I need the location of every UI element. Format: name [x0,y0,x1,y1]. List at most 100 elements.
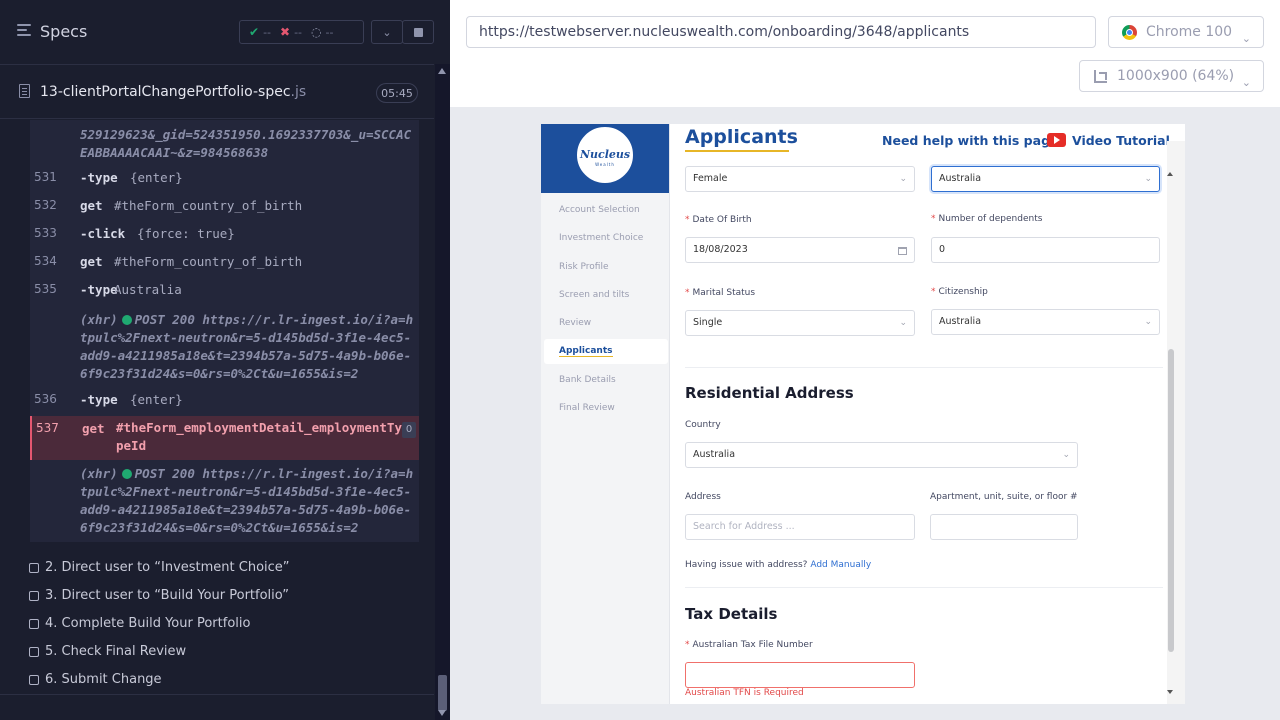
test-item[interactable]: 4. Complete Build Your Portfolio [29,616,250,631]
nav-item-final-review[interactable]: Final Review [559,403,615,413]
logo-text: Nucleus [579,148,631,161]
address-issue-text: Having issue with address? Add Manually [685,560,872,570]
command-row[interactable]: 535 -type Australia [30,282,419,310]
checkbox-icon [29,674,39,685]
youtube-icon[interactable] [1047,133,1066,147]
tax-details-title: Tax Details [685,605,778,623]
video-tutorial-link[interactable]: Video Tutorial [1072,133,1170,148]
browser-selector[interactable]: Chrome 100 ⌄ [1108,16,1264,48]
stop-button[interactable] [402,20,434,44]
xhr-row[interactable]: (xhr) POST 200 https://r.lr-ingest.io/i?a… [30,311,419,387]
viewport-selector[interactable]: 1000x900 (64%) ⌄ [1079,60,1264,92]
log-fragment: 529129623&_gid=524351950.1692337703&_u=S… [80,127,412,160]
gender-select[interactable]: Female ⌄ [685,166,915,192]
browser-toolbar: https://testwebserver.nucleuswealth.com/… [450,0,1280,107]
marital-label: * Marital Status [685,288,756,298]
divider [685,367,1163,368]
xhr-text: (xhr) POST 200 https://r.lr-ingest.io/i?a… [80,466,414,535]
command-row[interactable]: 532 get #theForm_country_of_birth [30,198,419,226]
test-item[interactable]: 2. Direct user to “Investment Choice” [29,560,290,575]
dependents-label: * Number of dependents [931,214,1043,224]
runner-scrollbar[interactable] [435,64,450,720]
viewport-scale: (64%) [1192,68,1235,84]
title-underline [685,150,789,152]
chevron-down-icon: ⌄ [899,174,907,184]
run-stats: ✔ -- ✖ -- ◌ -- [239,20,364,44]
chevron-down-icon: ⌄ [1144,174,1152,184]
apartment-input[interactable] [930,514,1078,540]
url-bar[interactable]: https://testwebserver.nucleuswealth.com/… [466,16,1096,48]
spec-runner-panel: Specs ✔ -- ✖ -- ◌ -- ⌄ 13-clientPortalChang… [0,0,450,720]
scroll-up-icon[interactable] [1167,172,1173,176]
page-title: Applicants [685,126,798,148]
nav-item-screen-and-tilts[interactable]: Screen and tilts [559,290,629,300]
xhr-row[interactable]: (xhr) POST 200 https://r.lr-ingest.io/i?a… [30,465,419,541]
tfn-error-text: Australian TFN is Required [685,688,804,698]
failed-command-row[interactable]: 537 get #theForm_employmentDetail_employ… [30,416,419,460]
runner-header: Specs ✔ -- ✖ -- ◌ -- ⌄ [0,0,450,64]
citizenship-select[interactable]: Australia ⌄ [931,309,1160,335]
collapse-button[interactable]: ⌄ [371,20,403,44]
nav-item-risk-profile[interactable]: Risk Profile [559,262,609,272]
country-of-birth-select[interactable]: Australia ⌄ [931,166,1160,192]
command-row[interactable]: 534 get #theForm_country_of_birth [30,254,419,282]
nav-item-bank-details[interactable]: Bank Details [559,375,616,385]
viewport-size: 1000x900 [1117,68,1188,84]
test-item[interactable]: 3. Direct user to “Build Your Portfolio” [29,588,289,603]
apartment-label: Apartment, unit, suite, or floor # [930,492,1078,502]
failed-stat: ✖ -- [280,25,303,39]
file-icon [19,84,30,98]
divider [685,587,1163,588]
scroll-down-icon[interactable] [1167,690,1173,694]
test-item[interactable]: 5. Check Final Review [29,644,186,659]
status-dot [121,469,132,479]
country-select[interactable]: Australia ⌄ [685,442,1078,468]
status-dot [121,315,132,325]
chevron-down-icon: ⌄ [382,25,392,39]
pending-stat: ◌ -- [311,25,334,39]
help-text: Need help with this page? [882,133,1066,148]
tfn-label: * Australian Tax File Number [685,640,813,650]
scroll-up-icon[interactable] [438,68,446,74]
scroll-down-icon[interactable] [438,710,446,716]
chevron-down-icon: ⌄ [899,318,907,328]
applicants-form: Applicants Need help with this page? Vid… [670,124,1178,704]
nav-item-account-selection[interactable]: Account Selection [559,205,640,215]
check-icon: ✔ [249,25,260,39]
test-item[interactable]: 6. Submit Change [29,672,162,687]
country-label: Country [685,420,721,430]
dependents-input[interactable]: 0 [931,237,1160,263]
chevron-down-icon: ⌄ [1144,317,1152,327]
app-scrollbar[interactable] [1167,141,1185,704]
xhr-text: (xhr) POST 200 https://r.lr-ingest.io/i?a… [80,312,414,381]
chevron-down-icon: ⌄ [1241,76,1251,89]
marital-status-select[interactable]: Single ⌄ [685,310,915,336]
chrome-icon [1122,25,1137,40]
passed-stat: ✔ -- [249,25,272,39]
element-count-badge: 0 [402,422,416,438]
logo-subtext: Wealth [595,162,615,167]
address-search-input[interactable]: Search for Address ... [685,514,915,540]
scroll-thumb[interactable] [438,675,447,711]
nav-item-review[interactable]: Review [559,318,591,328]
command-row[interactable]: 533 -click {force: true} [30,226,419,254]
browser-name: Chrome 100 [1146,24,1233,40]
browser-panel: https://testwebserver.nucleuswealth.com/… [450,0,1280,720]
spec-file-name[interactable]: 13-clientPortalChangePortfolio-spec.js [40,84,306,100]
dob-input[interactable]: 18/08/2023 [685,237,915,263]
command-row[interactable]: 531 -type {enter} [30,170,419,198]
spinner-icon: ◌ [311,25,322,39]
address-label: Address [685,492,721,502]
nav-item-applicants[interactable]: Applicants [544,339,668,364]
specs-menu-icon[interactable] [17,24,31,38]
scroll-thumb[interactable] [1168,349,1174,652]
cross-icon: ✖ [280,25,291,39]
onboarding-sidebar: Nucleus Wealth Account Selection Investm… [541,124,670,704]
nav-item-investment-choice[interactable]: Investment Choice [559,233,643,243]
chevron-down-icon: ⌄ [1062,450,1070,460]
nucleus-logo[interactable]: Nucleus Wealth [575,125,635,185]
add-manually-link[interactable]: Add Manually [810,560,871,570]
command-log: 529129623&_gid=524351950.1692337703&_u=S… [30,120,419,542]
stop-icon [413,27,423,37]
tfn-input[interactable] [685,662,915,688]
